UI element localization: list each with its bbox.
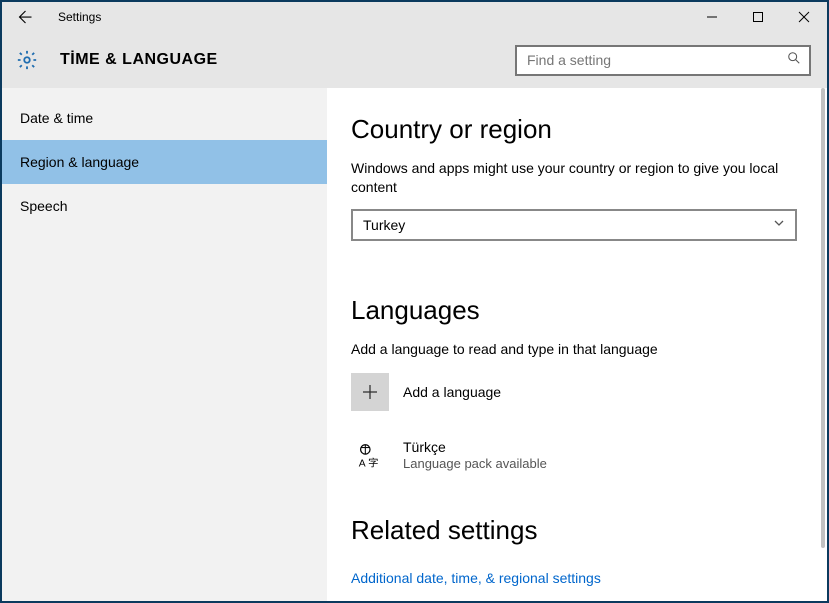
app-title: Settings — [58, 10, 101, 24]
plus-icon — [351, 373, 389, 411]
content-wrap: Country or region Windows and apps might… — [327, 88, 827, 601]
heading-languages: Languages — [351, 295, 779, 326]
heading-country: Country or region — [351, 114, 779, 145]
country-dropdown-value: Turkey — [363, 217, 405, 233]
chevron-down-icon — [773, 217, 785, 232]
search-icon — [787, 51, 801, 70]
language-item[interactable]: A 字 Türkçe Language pack available — [351, 437, 779, 475]
arrow-left-icon — [15, 8, 33, 26]
country-description: Windows and apps might use your country … — [351, 159, 779, 197]
language-icon: A 字 — [351, 437, 389, 475]
content: Country or region Windows and apps might… — [327, 88, 827, 601]
language-status: Language pack available — [403, 456, 547, 473]
language-name: Türkçe — [403, 438, 547, 456]
sidebar-item-date-time[interactable]: Date & time — [2, 96, 327, 140]
add-language-label: Add a language — [403, 384, 501, 400]
page-title: TİME & LANGUAGE — [60, 51, 218, 69]
heading-related: Related settings — [351, 515, 779, 546]
close-button[interactable] — [781, 2, 827, 32]
add-language-button[interactable]: Add a language — [351, 373, 779, 411]
close-icon — [798, 11, 810, 23]
header: TİME & LANGUAGE — [2, 32, 827, 88]
window-controls — [689, 2, 827, 32]
country-dropdown[interactable]: Turkey — [351, 209, 797, 241]
minimize-button[interactable] — [689, 2, 735, 32]
sidebar-item-speech[interactable]: Speech — [2, 184, 327, 228]
minimize-icon — [706, 11, 718, 23]
scrollbar[interactable] — [813, 88, 827, 601]
languages-description: Add a language to read and type in that … — [351, 340, 779, 359]
sidebar-item-region-language[interactable]: Region & language — [2, 140, 327, 184]
search-box[interactable] — [515, 45, 811, 76]
gear-icon — [16, 49, 38, 71]
titlebar: Settings — [2, 2, 827, 32]
svg-text:A: A — [359, 458, 366, 469]
sidebar: Date & time Region & language Speech — [2, 88, 327, 601]
maximize-button[interactable] — [735, 2, 781, 32]
body: Date & time Region & language Speech Cou… — [2, 88, 827, 601]
search-input[interactable] — [527, 52, 787, 68]
back-button[interactable] — [12, 5, 36, 29]
scrollbar-thumb[interactable] — [821, 88, 825, 548]
link-additional-settings[interactable]: Additional date, time, & regional settin… — [351, 570, 601, 586]
svg-text:字: 字 — [368, 456, 378, 469]
maximize-icon — [752, 11, 764, 23]
language-item-texts: Türkçe Language pack available — [403, 438, 547, 473]
